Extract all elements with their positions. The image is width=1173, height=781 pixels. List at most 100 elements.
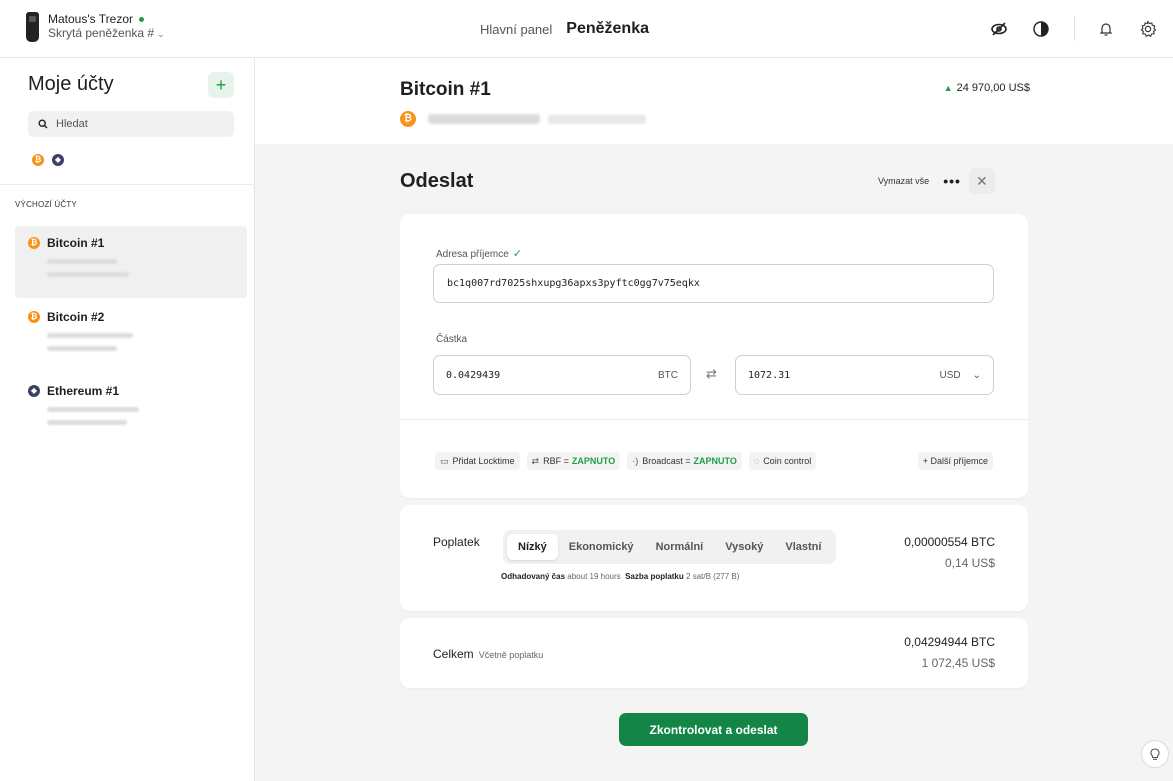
check-icon: ✓ [512,248,523,260]
wallet-type: Skrytá peněženka # [48,26,155,40]
hidden-balance [428,114,540,124]
broadcast-toggle[interactable]: ·) Broadcast = ZAPNUTO [627,452,742,470]
broadcast-icon: ·) [632,456,639,466]
fee-tab-high[interactable]: Vysoký [714,534,774,560]
fee-level-selector: Nízký Ekonomický Normální Vysoký Vlastní [503,530,837,564]
bitcoin-icon[interactable]: ₿ [32,154,44,166]
more-options-icon[interactable]: ••• [943,173,961,189]
rbf-label: RBF = [543,456,569,466]
account-title: Bitcoin #1 [400,79,491,100]
hidden-balance [47,259,117,264]
chevron-down-icon[interactable]: ⌄ [973,370,981,381]
account-name: Ethereum #1 [47,384,120,398]
connected-status-dot [138,17,144,23]
sidebar-title: Moje účty [28,73,114,95]
sidebar-account-ethereum-1[interactable]: ◆ Ethereum #1 [15,374,247,446]
rbf-toggle[interactable]: ⇄ RBF = ZAPNUTO [526,452,621,470]
calendar-icon: ▭ [440,455,449,466]
hidden-fiat-balance [548,114,646,124]
device-name-row: Matous's Trezor [48,12,165,26]
account-header: Bitcoin #1 ▲ 24 970,00 US$ ₿ [255,58,1173,144]
clear-all-button[interactable]: Vymazat vše [878,176,929,186]
total-label: Celkem [433,647,474,661]
fee-card: Poplatek Nízký Ekonomický Normální Vysok… [400,505,1028,611]
est-time-label: Odhadovaný čas [501,572,566,581]
hidden-fiat-balance [47,420,127,425]
coin-filter: ₿ ◆ [32,154,64,166]
toolbar-divider [1074,17,1075,41]
account-group-label: VÝCHOZÍ ÚČTY [15,200,77,209]
fee-tab-custom[interactable]: Vlastní [774,534,832,560]
fiat-currency-select[interactable]: USD [939,370,960,381]
swap-icon[interactable]: ⇄ [706,366,717,382]
recipient-label: Adresa příjemce [436,249,509,260]
replace-icon: ⇄ [531,455,540,466]
bitcoin-icon: ₿ [28,311,40,323]
total-sublabel: Včetně poplatku [478,650,544,660]
total-card: Celkem Včetně poplatku 0,04294944 BTC 1 0… [400,618,1028,688]
help-button[interactable] [1141,740,1169,768]
top-actions [968,0,1159,58]
fee-amount-btc: 0,00000554 BTC [904,535,995,549]
fee-tab-normal[interactable]: Normální [645,534,715,560]
ethereum-icon: ◆ [28,385,40,397]
crypto-unit: BTC [658,369,678,381]
coin-control-button[interactable]: ◌ Coin control [748,452,817,470]
plus-icon: + [215,74,227,95]
amount-crypto-field[interactable]: BTC [433,355,691,395]
total-amount-usd: 1 072,45 US$ [921,656,995,670]
amount-fiat-field[interactable]: USD ⌄ [735,355,994,395]
amount-fiat-input[interactable] [748,369,940,381]
chevron-down-icon: ⌄ [157,29,165,39]
review-and-send-button[interactable]: Zkontrolovat a odeslat [619,713,808,746]
change-value: 24 970,00 US$ [956,82,1030,94]
device-text: Matous's Trezor Skrytá peněženka # ⌄ [48,12,165,41]
fee-tab-low[interactable]: Nízký [507,534,558,560]
account-name: Bitcoin #1 [47,236,105,250]
est-time-value: about 19 hours [567,572,621,581]
fee-amount-usd: 0,14 US$ [944,556,995,570]
amount-crypto-input[interactable] [446,369,658,381]
add-account-button[interactable]: + [208,72,234,98]
total-label-row: Celkem Včetně poplatku [433,647,543,661]
fee-details: Odhadovaný čas about 19 hours Sazba popl… [501,572,739,581]
sidebar-account-bitcoin-1[interactable]: ₿ Bitcoin #1 [15,226,247,298]
account-balance: ₿ [400,111,646,127]
account-heading: ₿ Bitcoin #1 [28,236,247,250]
sidebar-account-bitcoin-2[interactable]: ₿ Bitcoin #2 [15,300,247,372]
nav-wallet[interactable]: Peněženka [566,20,649,38]
wallet-type-row: Skrytá peněženka # ⌄ [48,26,165,41]
account-heading: ◆ Ethereum #1 [28,384,247,398]
recipient-label-row: Adresa příjemce ✓ [436,244,522,262]
sidebar: Moje účty + ₿ ◆ VÝCHOZÍ ÚČTY ₿ Bitcoin #1… [0,58,255,781]
fee-tab-economy[interactable]: Ekonomický [558,534,645,560]
add-recipient-button[interactable]: + Další příjemce [917,452,993,470]
fee-size: (277 B) [713,572,740,581]
account-heading: ₿ Bitcoin #2 [28,310,247,324]
close-icon[interactable]: ✕ [968,168,995,194]
search-input[interactable] [56,118,226,130]
coin-control-label: Coin control [763,456,812,466]
theme-contrast-icon[interactable] [1030,18,1052,40]
account-search[interactable] [28,111,234,137]
nav-dashboard[interactable]: Hlavní panel [480,22,552,37]
top-bar: Matous's Trezor Skrytá peněženka # ⌄ Hlav… [0,0,1173,58]
hidden-balance [47,407,139,412]
hidden-fiat-balance [47,346,117,351]
fee-label: Poplatek [433,535,480,549]
recipient-address-input[interactable] [433,264,994,303]
fee-rate-value: 2 sat/B [686,572,711,581]
broadcast-status: ZAPNUTO [693,456,737,466]
bitcoin-icon: ₿ [400,111,416,127]
device-switcher[interactable]: Matous's Trezor Skrytá peněženka # ⌄ [26,12,165,42]
locktime-label: Přidat Locktime [452,456,515,466]
trezor-device-icon [26,12,39,42]
gear-icon[interactable] [1137,18,1159,40]
eye-off-icon[interactable] [988,18,1010,40]
ethereum-icon[interactable]: ◆ [52,154,64,166]
add-locktime-button[interactable]: ▭ Přidat Locktime [435,452,520,470]
lightbulb-icon [1150,748,1160,760]
send-options: ▭ Přidat Locktime ⇄ RBF = ZAPNUTO ·) Broadca… [435,452,817,470]
bell-icon[interactable] [1095,18,1117,40]
send-actions: Vymazat vše ••• ✕ [878,168,995,194]
